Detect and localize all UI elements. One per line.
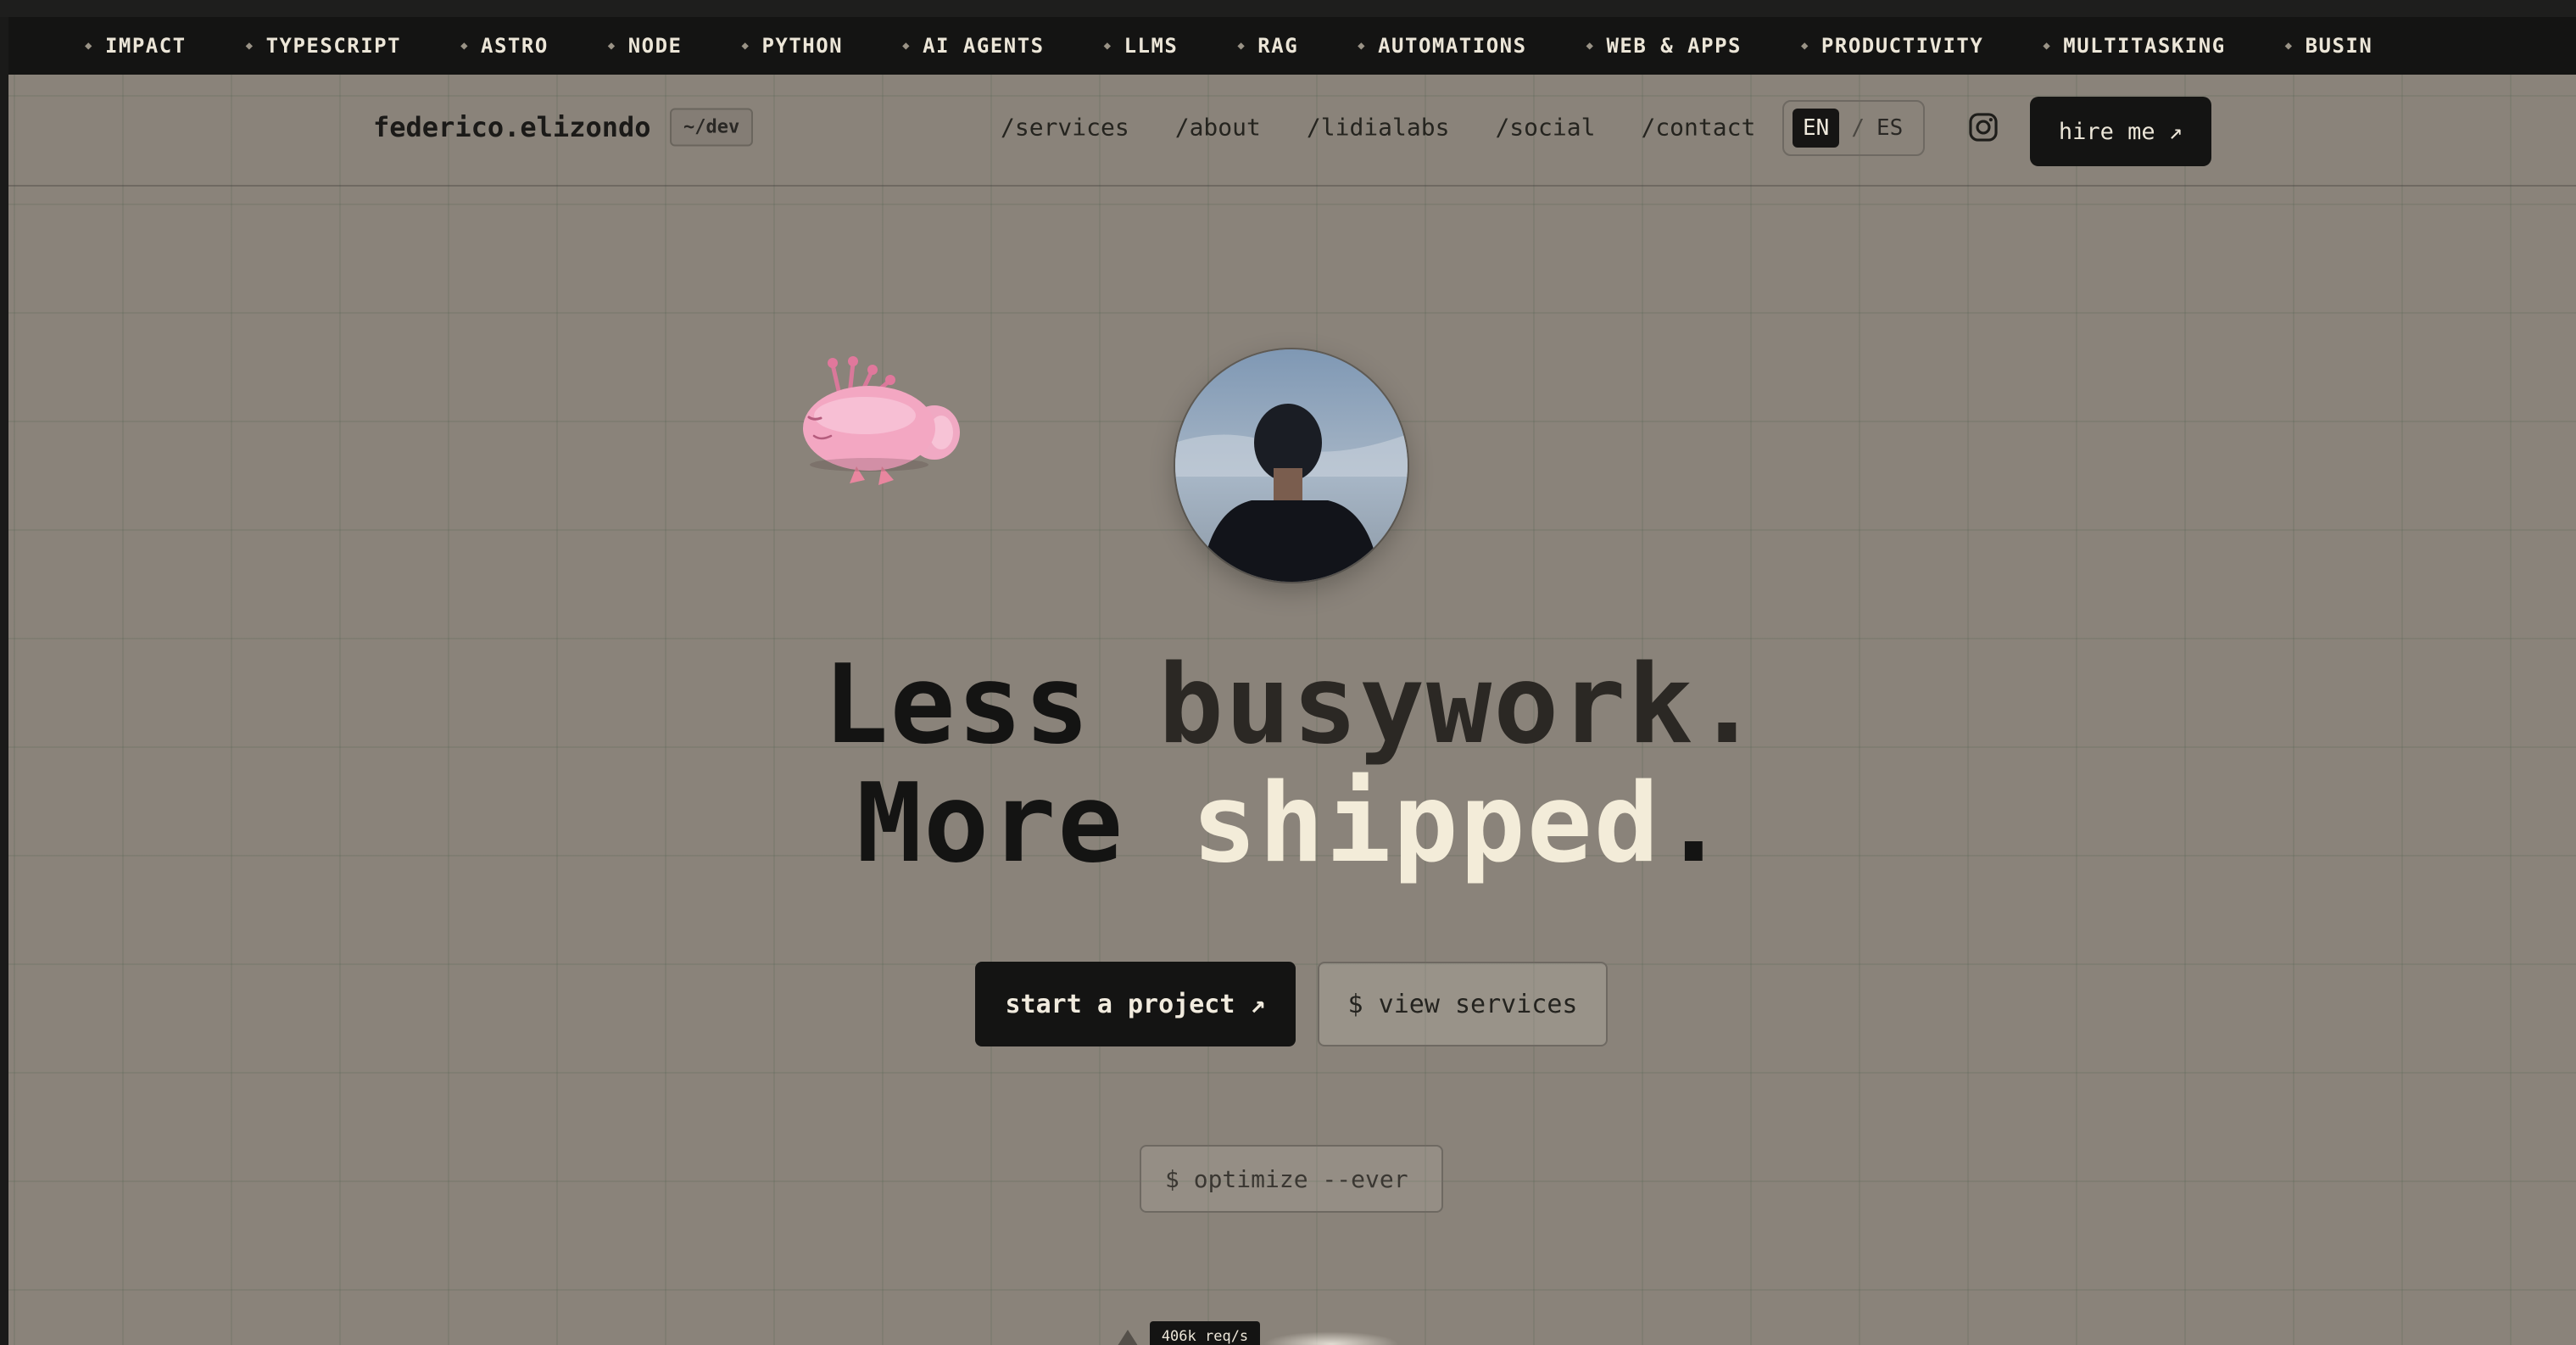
diamond-icon: ◆ xyxy=(1103,39,1112,53)
lang-en-button[interactable]: EN xyxy=(1793,109,1840,148)
nav-link-social[interactable]: /social xyxy=(1495,114,1595,142)
diamond-icon: ◆ xyxy=(607,39,616,53)
ticker-label: NODE xyxy=(627,34,683,58)
ticker-label: LLMS xyxy=(1124,34,1179,58)
skills-ticker: ◆ IMPACT ◆ TYPESCRIPT ◆ ASTRO ◆ NODE ◆ PYTHON ◆ AI … xyxy=(8,17,2576,75)
main-nav: /services /about /lidialabs /social /con… xyxy=(1001,114,1801,142)
nav-link-about[interactable]: /about xyxy=(1175,114,1261,142)
diamond-icon: ◆ xyxy=(1800,39,1809,53)
glow-shape xyxy=(1263,1331,1399,1345)
terminal-prompt: $ optimize --ever xyxy=(1140,1145,1443,1213)
language-switcher: EN / ES xyxy=(1782,100,1925,156)
ticker-label: ASTRO xyxy=(481,34,549,58)
start-project-button[interactable]: start a project ↗ xyxy=(975,962,1296,1046)
site-logo[interactable]: federico.elizondo xyxy=(373,111,651,143)
ticker-item: ◆ PRODUCTIVITY xyxy=(1801,34,1983,58)
ticker-label: AUTOMATIONS xyxy=(1378,34,1527,58)
diamond-icon: ◆ xyxy=(245,39,254,53)
headline-more: More xyxy=(856,761,1125,887)
ticker-item: ◆ PYTHON xyxy=(742,34,844,58)
ticker-item: ◆ AUTOMATIONS xyxy=(1358,34,1526,58)
hire-me-button[interactable]: hire me ↗ xyxy=(2030,97,2211,166)
ticker-item: ◆ LLMS xyxy=(1104,34,1179,58)
profile-photo xyxy=(1175,349,1408,582)
ticker-label: RAG xyxy=(1257,34,1299,58)
ticker-item: ◆ WEB & APPS xyxy=(1586,34,1742,58)
ticker-item: ◆ MULTITASKING xyxy=(2043,34,2225,58)
metric-badge: 406k req/s xyxy=(1150,1321,1260,1345)
diamond-icon: ◆ xyxy=(85,39,93,53)
diamond-icon: ◆ xyxy=(2043,39,2052,53)
nav-link-lidialabs[interactable]: /lidialabs xyxy=(1307,114,1450,142)
ticker-label: IMPACT xyxy=(104,34,187,58)
instagram-icon[interactable] xyxy=(1967,111,1999,143)
profile-photo-image xyxy=(1175,349,1408,582)
diamond-icon: ◆ xyxy=(2284,39,2294,53)
ticker-item: ◆ AI AGENTS xyxy=(902,34,1044,58)
ticker-item: ◆ BUSIN xyxy=(2285,34,2373,58)
ticker-label: TYPESCRIPT xyxy=(265,34,402,58)
diamond-icon: ◆ xyxy=(460,39,470,53)
diamond-icon: ◆ xyxy=(1586,39,1595,53)
ticker-item: ◆ IMPACT xyxy=(85,34,187,58)
nav-link-services[interactable]: /services xyxy=(1001,114,1129,142)
ticker-label: WEB & APPS xyxy=(1606,34,1742,58)
ticker-item: ◆ RAG xyxy=(1237,34,1298,58)
headline-less: Less xyxy=(822,642,1091,768)
lang-separator: / xyxy=(1851,115,1865,141)
dev-badge: ~/dev xyxy=(670,108,754,147)
page: ◆ IMPACT ◆ TYPESCRIPT ◆ ASTRO ◆ NODE ◆ PYTHON ◆ AI … xyxy=(8,17,2576,1345)
lang-es-button[interactable]: ES xyxy=(1876,115,1903,141)
headline-busywork: busywork. xyxy=(1157,642,1762,768)
ticker-item: ◆ TYPESCRIPT xyxy=(246,34,401,58)
ticker-label: PYTHON xyxy=(761,34,844,58)
ticker-item: ◆ NODE xyxy=(608,34,683,58)
headline-shipped: shipped xyxy=(1191,761,1661,887)
ticker-label: MULTITASKING xyxy=(2063,34,2226,58)
ticker-label: BUSIN xyxy=(2305,34,2373,58)
view-services-button[interactable]: $ view services xyxy=(1318,962,1608,1046)
headline-line-1: Less busywork. xyxy=(8,651,2576,760)
diamond-icon: ◆ xyxy=(741,39,750,53)
site-header: federico.elizondo ~/dev /services /about… xyxy=(8,75,2576,187)
ticker-item: ◆ ASTRO xyxy=(460,34,549,58)
triangle-icon xyxy=(1116,1330,1140,1345)
headline-period: . xyxy=(1660,761,1728,887)
diamond-icon: ◆ xyxy=(902,39,912,53)
diamond-icon: ◆ xyxy=(1237,39,1246,53)
ticker-label: AI AGENTS xyxy=(923,34,1045,58)
diamond-icon: ◆ xyxy=(1358,39,1367,53)
window-top-bar xyxy=(0,0,2576,17)
axolotl-mascot xyxy=(803,356,960,485)
headline-line-2: More shipped. xyxy=(8,770,2576,879)
ticker-label: PRODUCTIVITY xyxy=(1820,34,1984,58)
nav-link-contact[interactable]: /contact xyxy=(1641,114,1755,142)
